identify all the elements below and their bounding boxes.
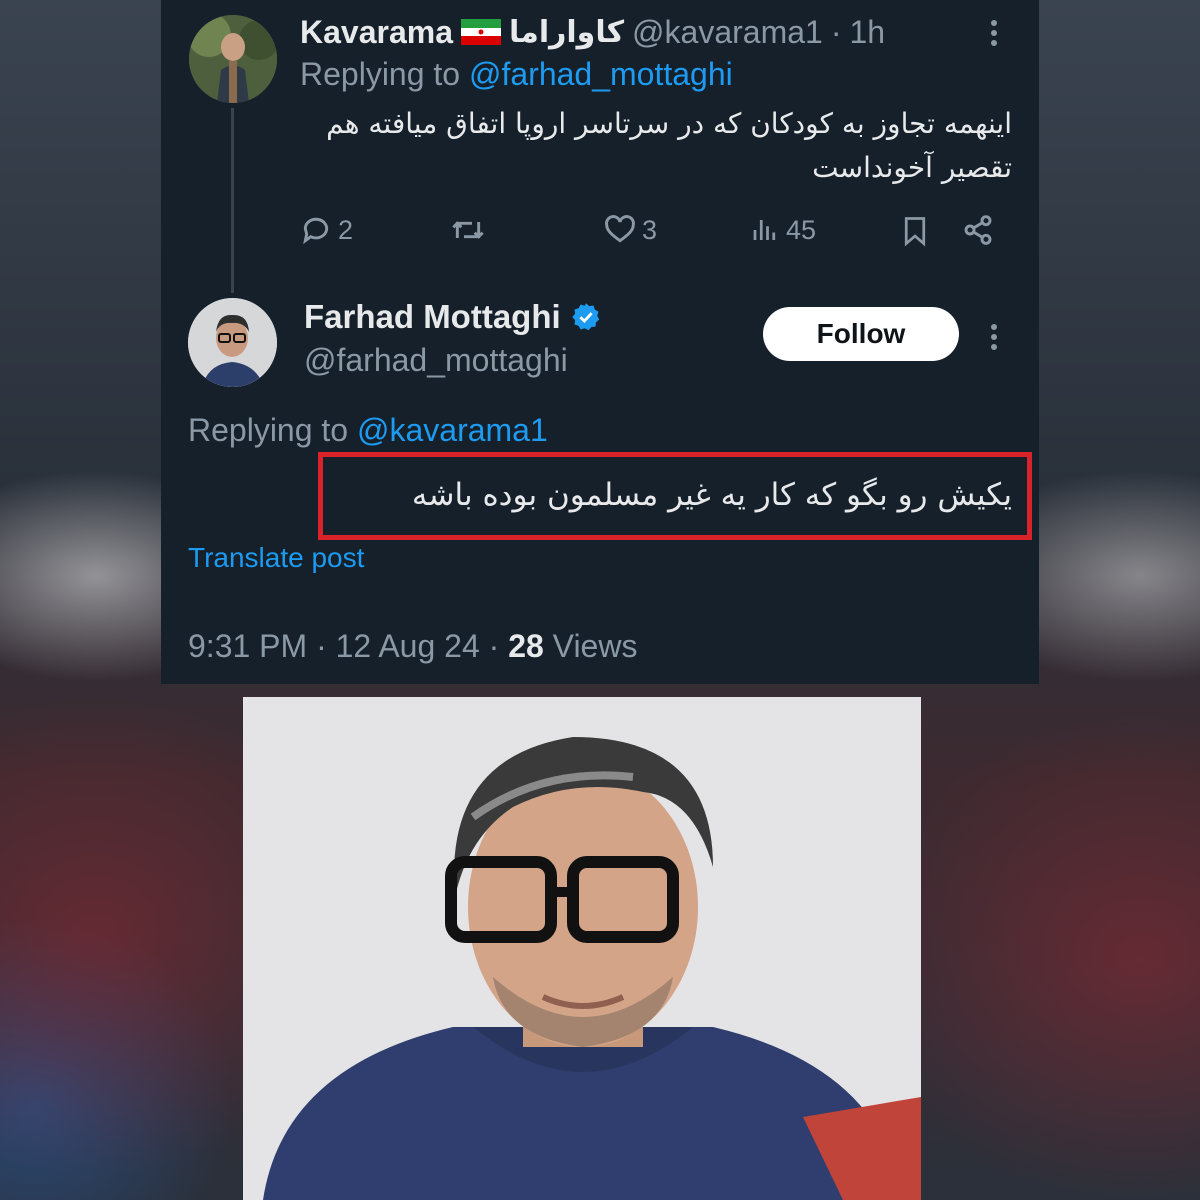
- tweet-date[interactable]: 12 Aug 24: [336, 628, 480, 664]
- follow-button[interactable]: Follow: [763, 307, 959, 361]
- share-action[interactable]: [962, 214, 994, 246]
- views-count-main: 28: [508, 628, 544, 664]
- separator-dot: ·: [830, 13, 842, 50]
- views-label: Views: [552, 628, 638, 664]
- reply-handle[interactable]: @kavarama1: [632, 14, 823, 51]
- portrait-photo: [243, 697, 921, 1200]
- reply-display-name-rtl: کاواراما: [509, 14, 625, 50]
- retweet-action[interactable]: [450, 214, 492, 246]
- meta-separator-1: ·: [316, 628, 327, 664]
- avatar-kavarama[interactable]: [189, 15, 277, 103]
- heart-icon: [605, 215, 635, 243]
- reply-time[interactable]: 1h: [849, 14, 885, 51]
- replying-handle-link[interactable]: @farhad_mottaghi: [469, 56, 733, 92]
- reply-text: اینهمه تجاوز به کودکان که در سرتاسر اروپ…: [300, 102, 1012, 190]
- main-replying-prefix: Replying to: [188, 412, 349, 448]
- comment-icon: [303, 217, 329, 245]
- reply-count: 2: [338, 214, 354, 245]
- reply-action-bar: 2 3 45: [300, 210, 1000, 254]
- tweet-meta: 9:31 PM · 12 Aug 24 · 28 Views: [188, 628, 637, 665]
- reply-header: Kavarama کاواراما @kavarama1 · 1h: [300, 10, 885, 54]
- bookmark-action[interactable]: [900, 214, 930, 248]
- main-display-name[interactable]: Farhad Mottaghi: [304, 298, 561, 336]
- main-replying-handle-link[interactable]: @kavarama1: [357, 412, 548, 448]
- like-action[interactable]: 3: [604, 214, 657, 246]
- meta-separator-2: ·: [488, 628, 500, 664]
- main-tweet-text: یکیش رو بگو که کار یه غیر مسلمون بوده با…: [411, 477, 1012, 513]
- reply-text-line-2: تقصیر آخونداست: [812, 151, 1012, 184]
- translate-post-link[interactable]: Translate post: [188, 542, 364, 574]
- more-options-icon-main[interactable]: [991, 320, 997, 354]
- thread-connector-line: [231, 108, 234, 293]
- replying-prefix: Replying to: [300, 56, 461, 92]
- main-replying-to: Replying to @kavarama1: [188, 412, 548, 449]
- share-icon: [964, 215, 992, 245]
- retweet-icon: [452, 221, 484, 239]
- reply-text-line-1: اینهمه تجاوز به کودکان که در سرتاسر اروپ…: [326, 107, 1012, 140]
- main-handle[interactable]: @farhad_mottaghi: [304, 342, 568, 379]
- reply-display-name[interactable]: Kavarama: [300, 14, 453, 51]
- reply-replying-to: Replying to @farhad_mottaghi: [300, 56, 733, 93]
- main-header-name: Farhad Mottaghi: [304, 298, 601, 336]
- views-action[interactable]: 45: [750, 214, 816, 246]
- reply-action[interactable]: 2: [300, 214, 353, 246]
- more-options-icon[interactable]: [991, 16, 997, 50]
- verified-badge-icon: [571, 302, 601, 332]
- avatar-farhad[interactable]: [188, 298, 277, 387]
- tweet-time[interactable]: 9:31 PM: [188, 628, 307, 664]
- analytics-icon: [753, 220, 776, 240]
- views-count: 45: [786, 214, 817, 245]
- bookmark-icon: [904, 217, 926, 247]
- iran-flag-icon: [461, 19, 501, 45]
- like-count: 3: [642, 214, 658, 245]
